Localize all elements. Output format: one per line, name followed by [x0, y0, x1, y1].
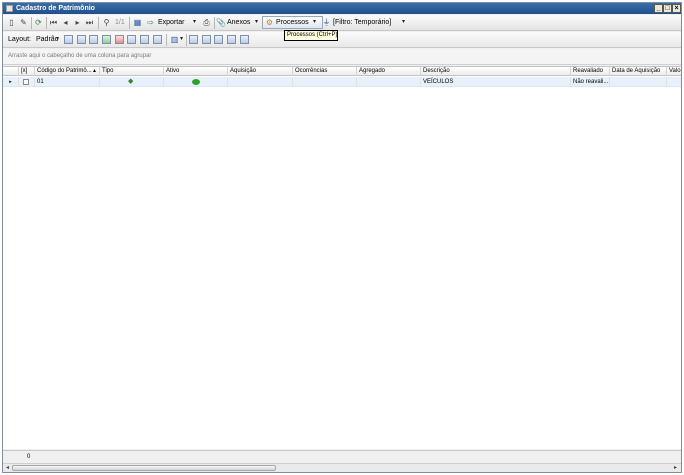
- chart-icon[interactable]: ▥: [170, 35, 179, 44]
- copy-layout-icon[interactable]: [77, 35, 86, 44]
- toolbar-separator: [98, 17, 99, 29]
- cell-descricao[interactable]: VEÍCULOS: [421, 77, 571, 87]
- column-header-data-aquisicao[interactable]: Data de Aquisição: [610, 67, 667, 76]
- app-window: Cadastro de Patrimônio _ □ × ▯ ✎ ⟳ ⏮ ◂ ▸…: [2, 2, 682, 473]
- scrollbar-thumb[interactable]: [12, 465, 276, 471]
- scroll-left-icon[interactable]: ◂: [4, 465, 11, 472]
- grid-footer: 0: [3, 450, 681, 463]
- row-checkbox[interactable]: [23, 79, 29, 85]
- chart-dropdown-arrow-icon[interactable]: ▾: [180, 35, 183, 44]
- cell-data-aquisicao[interactable]: [610, 77, 667, 87]
- scroll-right-icon[interactable]: ▸: [672, 465, 679, 472]
- cell-ativo[interactable]: [164, 77, 228, 87]
- page-info: 1/1: [115, 19, 125, 26]
- sort-icon[interactable]: [127, 35, 136, 44]
- column-header-agregado[interactable]: Agregado: [357, 67, 421, 76]
- processos-tooltip: Processos (Ctrl+P): [284, 30, 338, 41]
- column-header-codigo[interactable]: Código do Patrimô... ▲: [35, 67, 100, 76]
- previous-record-icon[interactable]: ◂: [61, 18, 70, 27]
- filter-icon[interactable]: ⏚: [322, 18, 331, 27]
- window-title: Cadastro de Patrimônio: [16, 5, 95, 12]
- export-dropdown-arrow-icon[interactable]: ▾: [193, 18, 196, 27]
- toolbar-separator: [129, 17, 130, 29]
- layout-label: Layout:: [8, 36, 31, 43]
- close-button[interactable]: ×: [672, 4, 681, 13]
- maximize-button[interactable]: □: [663, 4, 672, 13]
- app-icon: [6, 5, 13, 12]
- view-mode-2-icon[interactable]: [202, 35, 211, 44]
- column-header-valor[interactable]: Valo: [667, 67, 681, 76]
- delete-layout-icon[interactable]: [115, 35, 124, 44]
- anexos-button[interactable]: Anexos: [227, 18, 250, 27]
- view-mode-3-icon[interactable]: [214, 35, 223, 44]
- export-icon[interactable]: ⇨: [146, 18, 155, 27]
- expand-icon[interactable]: [153, 35, 162, 44]
- column-header-tipo[interactable]: Tipo: [100, 67, 164, 76]
- processos-dropdown-arrow-icon[interactable]: ▾: [313, 18, 316, 27]
- filter-button[interactable]: [Filtro: Temporário]: [333, 18, 391, 27]
- grid-header: [x] Código do Patrimô... ▲ Tipo Ativo Aq…: [3, 67, 681, 76]
- anexos-dropdown-arrow-icon[interactable]: ▾: [255, 18, 258, 27]
- grid-view-icon[interactable]: ▦: [133, 18, 142, 27]
- column-header-codigo-label: Código do Patrimô...: [37, 68, 92, 74]
- new-document-icon[interactable]: ▯: [7, 18, 16, 27]
- minimize-button[interactable]: _: [654, 4, 663, 13]
- font-size-icon[interactable]: [240, 35, 249, 44]
- toolbar-separator: [186, 34, 187, 46]
- column-header-descricao[interactable]: Descrição: [421, 67, 571, 76]
- cell-aquisicao[interactable]: [228, 77, 293, 87]
- column-header-ocorrencias[interactable]: Ocorrências: [293, 67, 357, 76]
- last-record-icon[interactable]: ⏭: [85, 18, 94, 27]
- add-layout-icon[interactable]: [102, 35, 111, 44]
- group-icon[interactable]: [140, 35, 149, 44]
- save-layout-icon[interactable]: [64, 35, 73, 44]
- columns-icon[interactable]: [89, 35, 98, 44]
- filter-dropdown-arrow-icon[interactable]: ▾: [402, 18, 405, 27]
- main-toolbar: ▯ ✎ ⟳ ⏮ ◂ ▸ ⏭ ⚲ 1/1 ▦ ⇨ Exportar ▾ ⎙ 📎 A…: [3, 15, 681, 31]
- gears-icon: ⚙: [265, 18, 274, 27]
- cell-reavaliado[interactable]: Não reavali...: [571, 77, 610, 87]
- cell-agregado[interactable]: [357, 77, 421, 87]
- row-indicator-icon: ▸: [3, 77, 19, 87]
- row-indicator-header: [3, 67, 19, 76]
- column-header-reavaliado[interactable]: Reavaliado: [571, 67, 610, 76]
- toolbar-separator: [214, 17, 215, 29]
- row-select-cell[interactable]: [19, 77, 35, 87]
- layout-dropdown-arrow-icon[interactable]: ▾: [56, 35, 59, 44]
- title-bar[interactable]: Cadastro de Patrimônio _ □ ×: [3, 3, 681, 14]
- next-record-icon[interactable]: ▸: [73, 18, 82, 27]
- horizontal-scrollbar[interactable]: ◂ ▸: [3, 463, 681, 472]
- refresh-icon[interactable]: ⟳: [34, 18, 43, 27]
- cell-ocorrencias[interactable]: [293, 77, 357, 87]
- tag-icon: ◆: [128, 78, 134, 85]
- view-mode-1-icon[interactable]: [189, 35, 198, 44]
- sort-ascending-icon: ▲: [92, 68, 97, 74]
- column-header-ativo[interactable]: Ativo: [164, 67, 228, 76]
- print-icon[interactable]: ⎙: [202, 18, 211, 27]
- toolbar-separator: [166, 34, 167, 46]
- export-button[interactable]: Exportar: [158, 18, 184, 27]
- view-mode-4-icon[interactable]: [227, 35, 236, 44]
- data-grid: [x] Código do Patrimô... ▲ Tipo Ativo Aq…: [3, 66, 681, 449]
- first-record-icon[interactable]: ⏮: [49, 18, 58, 27]
- processos-label: Processos: [276, 19, 309, 26]
- group-by-hint: Arraste aqui o cabeçalho de uma coluna p…: [8, 53, 152, 59]
- table-row[interactable]: ▸ 01 ◆ VEÍCULOS Não reavali...: [3, 77, 681, 87]
- column-header-aquisicao[interactable]: Aquisição: [228, 67, 293, 76]
- binoculars-icon[interactable]: ⚲: [102, 18, 111, 27]
- toolbar-separator: [31, 17, 32, 29]
- column-header-select[interactable]: [x]: [19, 67, 35, 76]
- record-count: 0: [27, 454, 31, 460]
- attachment-icon[interactable]: 📎: [216, 18, 226, 27]
- active-status-icon: [192, 79, 200, 85]
- toolbar-separator: [46, 17, 47, 29]
- group-by-panel[interactable]: Arraste aqui o cabeçalho de uma coluna p…: [3, 49, 681, 65]
- layout-toolbar: Layout: Padrão ▾ ▥ ▾: [3, 32, 681, 48]
- cell-codigo[interactable]: 01: [35, 77, 100, 87]
- cell-tipo[interactable]: ◆: [100, 77, 164, 87]
- cell-valor[interactable]: [667, 77, 681, 87]
- edit-icon[interactable]: ✎: [19, 18, 28, 27]
